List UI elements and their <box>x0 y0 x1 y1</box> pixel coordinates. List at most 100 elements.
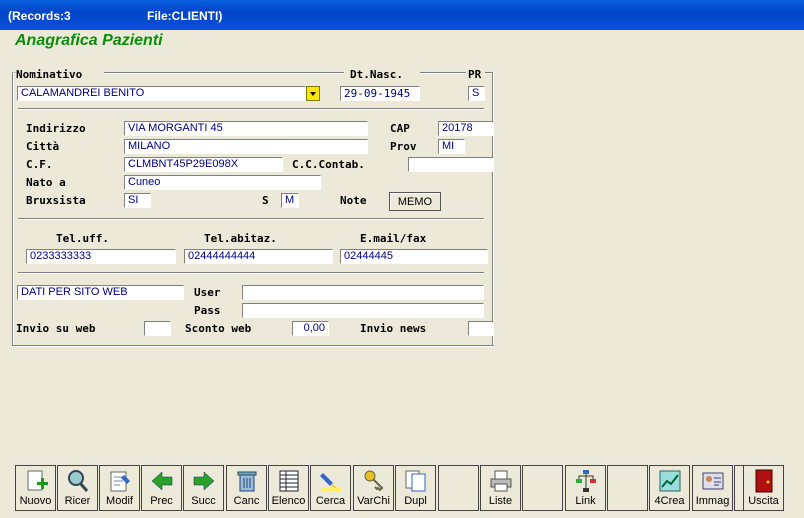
telabitaz-field[interactable]: 02444444444 <box>184 249 333 264</box>
prov-label: Prov <box>390 140 417 153</box>
new-document-icon <box>27 470 48 491</box>
invionews-field[interactable] <box>468 321 494 336</box>
immag-label: Immag <box>695 495 730 507</box>
frame-line <box>420 72 466 74</box>
email-label: E.mail/fax <box>360 232 427 245</box>
empty-button[interactable] <box>438 465 479 511</box>
tree-icon <box>576 470 596 492</box>
duplicate-icon <box>405 470 426 492</box>
exit-door-icon <box>755 469 773 493</box>
arrow-right-icon <box>193 471 215 491</box>
user-field[interactable] <box>242 285 484 300</box>
modif-button[interactable]: Modif <box>99 465 140 511</box>
natoa-field[interactable]: Cuneo <box>124 175 321 190</box>
modif-label: Modif <box>106 495 133 507</box>
liste-label: Liste <box>488 495 513 507</box>
nominativo-select[interactable]: CALAMANDREI BENITO <box>17 86 306 101</box>
id-card-icon <box>702 472 724 490</box>
telufficio-label: Tel.uff. <box>56 232 109 245</box>
list-icon <box>279 470 299 492</box>
divider <box>18 272 484 274</box>
varchi-button[interactable]: VarChi <box>353 465 394 511</box>
prec-button[interactable]: Prec <box>141 465 182 511</box>
uscita-label: Uscita <box>748 495 779 507</box>
edit-document-icon <box>110 471 130 492</box>
scontoweb-field[interactable]: 0,00 <box>292 321 329 336</box>
dupl-button[interactable]: Dupl <box>395 465 436 511</box>
user-label: User <box>194 286 221 299</box>
scontoweb-label: Sconto web <box>185 322 252 335</box>
records-count: (Records:3 <box>8 9 71 23</box>
pass-field[interactable] <box>242 303 484 318</box>
toolbar: Nuovo Ricer Modif Prec Succ Canc Elenco … <box>13 465 789 513</box>
link-button[interactable]: Link <box>565 465 606 511</box>
elenco-label: Elenco <box>271 495 306 507</box>
sesso-field[interactable]: M <box>281 193 299 208</box>
link-label: Link <box>575 495 596 507</box>
immag-button[interactable]: Immag <box>692 465 733 511</box>
citta-field[interactable]: MILANO <box>124 139 368 154</box>
empty-button[interactable] <box>607 465 648 511</box>
invionews-label: Invio news <box>360 322 427 335</box>
chevron-down-icon[interactable] <box>306 86 320 101</box>
canc-label: Canc <box>233 495 260 507</box>
keys-icon <box>364 470 384 492</box>
varchi-label: VarChi <box>357 495 390 507</box>
cap-label: CAP <box>390 122 410 135</box>
email-field[interactable]: 02444445 <box>340 249 488 264</box>
memo-button[interactable]: MEMO <box>389 192 441 211</box>
frame-line <box>492 72 494 345</box>
prov-field[interactable]: MI <box>438 139 465 154</box>
dtnasc-field[interactable]: 29-09-1945 <box>340 86 420 101</box>
page-title: Anagrafica Pazienti <box>15 32 163 49</box>
nominativo-label: Nominativo <box>16 68 83 81</box>
nuovo-button[interactable]: Nuovo <box>15 465 56 511</box>
dupl-label: Dupl <box>404 495 427 507</box>
cccontab-label: C.C.Contab. <box>292 158 365 171</box>
nuovo-label: Nuovo <box>19 495 52 507</box>
chart-icon <box>659 470 681 492</box>
succ-button[interactable]: Succ <box>183 465 224 511</box>
frame-line <box>12 345 494 347</box>
natoa-label: Nato a <box>26 176 66 189</box>
empty-button[interactable] <box>522 465 563 511</box>
bruxsista-label: Bruxsista <box>26 194 86 207</box>
frame-line <box>104 72 344 74</box>
cerca-button[interactable]: Cerca <box>310 465 351 511</box>
divider <box>18 108 484 110</box>
cap-field[interactable]: 20178 <box>438 121 494 136</box>
inviosuweb-label: Invio su web <box>16 322 96 335</box>
liste-button[interactable]: Liste <box>480 465 521 511</box>
cerca-label: Cerca <box>315 495 346 507</box>
indirizzo-label: Indirizzo <box>26 122 86 135</box>
4crea-button[interactable]: 4Crea <box>649 465 690 511</box>
inviosuweb-field[interactable] <box>144 321 171 336</box>
cf-field[interactable]: CLMBNT45P29E098X <box>124 157 283 172</box>
pr-field[interactable]: S <box>468 86 485 101</box>
trash-icon <box>237 471 257 492</box>
sesso-label: S <box>262 194 269 207</box>
telabitaz-label: Tel.abitaz. <box>204 232 277 245</box>
indirizzo-field[interactable]: VIA MORGANTI 45 <box>124 121 368 136</box>
elenco-button[interactable]: Elenco <box>268 465 309 511</box>
file-name: File:CLIENTI) <box>147 9 223 23</box>
dati-sito-web-field[interactable]: DATI PER SITO WEB <box>17 285 184 300</box>
pr-label: PR <box>468 68 482 81</box>
arrow-left-icon <box>151 471 173 491</box>
cf-label: C.F. <box>26 158 53 171</box>
citta-label: Città <box>26 140 60 153</box>
printer-icon <box>490 470 512 492</box>
cccontab-field[interactable] <box>408 157 494 172</box>
ricer-label: Ricer <box>64 495 91 507</box>
note-label: Note <box>340 194 367 207</box>
ricer-button[interactable]: Ricer <box>57 465 98 511</box>
magnifier-icon <box>68 470 89 492</box>
divider <box>18 218 484 220</box>
prec-label: Prec <box>150 495 173 507</box>
telufficio-field[interactable]: 0233333333 <box>26 249 176 264</box>
uscita-button[interactable]: Uscita <box>743 465 784 511</box>
pass-label: Pass <box>194 304 221 317</box>
canc-button[interactable]: Canc <box>226 465 267 511</box>
bruxsista-field[interactable]: SI <box>124 193 151 208</box>
frame-line <box>12 72 14 345</box>
